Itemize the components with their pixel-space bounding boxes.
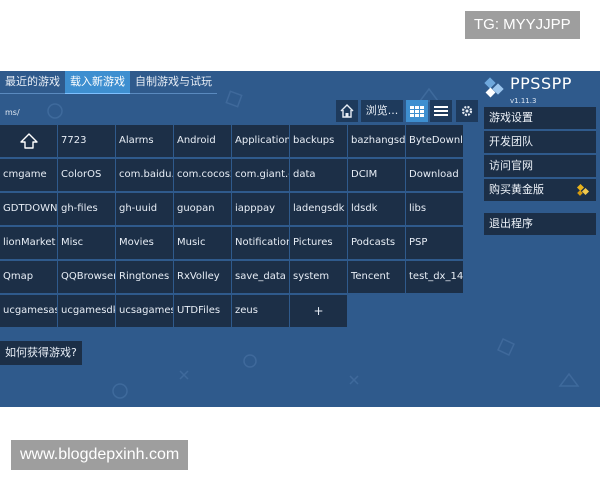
folder-item[interactable]: Alarms xyxy=(116,125,173,157)
exit-menu: 退出程序 xyxy=(484,213,596,237)
folder-item[interactable]: lionMarket xyxy=(0,227,57,259)
menu-credits[interactable]: 开发团队 xyxy=(484,131,596,153)
folder-item[interactable]: gh-uuid xyxy=(116,193,173,225)
folder-item[interactable]: Applications xyxy=(232,125,289,157)
list-view-button[interactable] xyxy=(430,100,452,122)
folder-item[interactable]: 7723 xyxy=(58,125,115,157)
folder-item[interactable]: ByteDownload xyxy=(406,125,463,157)
folder-item[interactable]: Notifications xyxy=(232,227,289,259)
grid-view-icon xyxy=(410,106,424,117)
file-grid: 7723AlarmsAndroidApplicationsbackupsbazh… xyxy=(0,125,464,327)
watermark-top: TG: MYYJJPP xyxy=(465,11,580,39)
tab-load-new-game[interactable]: 载入新游戏 xyxy=(65,71,130,94)
folder-item[interactable]: Movies xyxy=(116,227,173,259)
menu-game-settings[interactable]: 游戏设置 xyxy=(484,107,596,129)
folder-item[interactable]: system xyxy=(290,261,347,293)
folder-item[interactable]: backups xyxy=(290,125,347,157)
tab-recent-games[interactable]: 最近的游戏 xyxy=(0,71,65,94)
folder-item[interactable]: GDTDOWNLO xyxy=(0,193,57,225)
folder-item[interactable]: QQBrowser xyxy=(58,261,115,293)
folder-item[interactable]: save_data xyxy=(232,261,289,293)
folder-item[interactable]: Tencent xyxy=(348,261,405,293)
folder-item[interactable]: Ringtones xyxy=(116,261,173,293)
watermark-bottom: www.blogdepxinh.com xyxy=(11,440,189,470)
brand-version: v1.11.3 xyxy=(510,97,537,105)
menu-visit-website[interactable]: 访问官网 xyxy=(484,155,596,177)
folder-item[interactable]: Misc xyxy=(58,227,115,259)
folder-item[interactable]: data xyxy=(290,159,347,191)
grid-view-button[interactable] xyxy=(406,100,428,122)
folder-item[interactable]: Download xyxy=(406,159,463,191)
buy-gold-label: 购买黄金版 xyxy=(489,183,544,196)
folder-item[interactable]: DCIM xyxy=(348,159,405,191)
side-menu: 游戏设置 开发团队 访问官网 购买黄金版 xyxy=(484,107,596,203)
folder-item[interactable]: cmgame xyxy=(0,159,57,191)
folder-item[interactable]: test_dx_1488 xyxy=(406,261,463,293)
brand-logo: PPSSPP v1.11.3 xyxy=(484,72,594,108)
home-icon xyxy=(340,104,354,118)
menu-exit[interactable]: 退出程序 xyxy=(484,213,596,235)
ppsspp-window: 最近的游戏 载入新游戏 自制游戏与试玩 ms/ 浏览... 7723 Alarm… xyxy=(0,71,600,407)
how-to-get-games-button[interactable]: 如何获得游戏? xyxy=(0,341,82,365)
up-arrow-icon xyxy=(19,133,38,149)
folder-item[interactable]: RxVolley xyxy=(174,261,231,293)
brand-name: PPSSPP xyxy=(510,74,572,93)
gold-logo-icon xyxy=(576,183,590,196)
folder-item[interactable]: ldsdk xyxy=(348,193,405,225)
folder-item[interactable]: ucgamesasdl xyxy=(0,295,57,327)
home-button[interactable] xyxy=(336,100,358,122)
folder-item[interactable]: ladengsdk xyxy=(290,193,347,225)
gear-icon xyxy=(461,105,473,117)
tab-bar: 最近的游戏 载入新游戏 自制游戏与试玩 xyxy=(0,71,217,94)
list-view-icon xyxy=(434,106,448,116)
folder-item[interactable]: gh-files xyxy=(58,193,115,225)
browse-button[interactable]: 浏览... xyxy=(361,100,403,122)
folder-item[interactable]: com.baidu.pl xyxy=(116,159,173,191)
tab-homebrew-demos[interactable]: 自制游戏与试玩 xyxy=(130,71,217,94)
folder-item[interactable]: Podcasts xyxy=(348,227,405,259)
parent-folder-button[interactable] xyxy=(0,125,57,157)
folder-item[interactable]: bazhangsdk xyxy=(348,125,405,157)
current-path: ms/ xyxy=(5,108,20,117)
folder-item[interactable]: PSP xyxy=(406,227,463,259)
folder-item[interactable]: ucsagamesdl xyxy=(116,295,173,327)
folder-item[interactable]: com.giant.ga xyxy=(232,159,289,191)
folder-item[interactable]: UTDFiles xyxy=(174,295,231,327)
folder-item[interactable]: Qmap xyxy=(0,261,57,293)
folder-item[interactable]: zeus xyxy=(232,295,289,327)
folder-item[interactable]: com.cocos2c xyxy=(174,159,231,191)
folder-item[interactable]: guopan xyxy=(174,193,231,225)
add-folder-button[interactable]: + xyxy=(290,295,347,327)
folder-item[interactable]: libs xyxy=(406,193,463,225)
folder-item[interactable]: Pictures xyxy=(290,227,347,259)
menu-buy-gold[interactable]: 购买黄金版 xyxy=(484,179,596,201)
folder-item[interactable]: ucgamesdk xyxy=(58,295,115,327)
folder-item[interactable]: Music xyxy=(174,227,231,259)
folder-item[interactable]: iapppay xyxy=(232,193,289,225)
settings-button[interactable] xyxy=(456,100,478,122)
folder-item[interactable]: ColorOS xyxy=(58,159,115,191)
ppsspp-logo-icon xyxy=(484,77,504,98)
folder-item[interactable]: Android xyxy=(174,125,231,157)
